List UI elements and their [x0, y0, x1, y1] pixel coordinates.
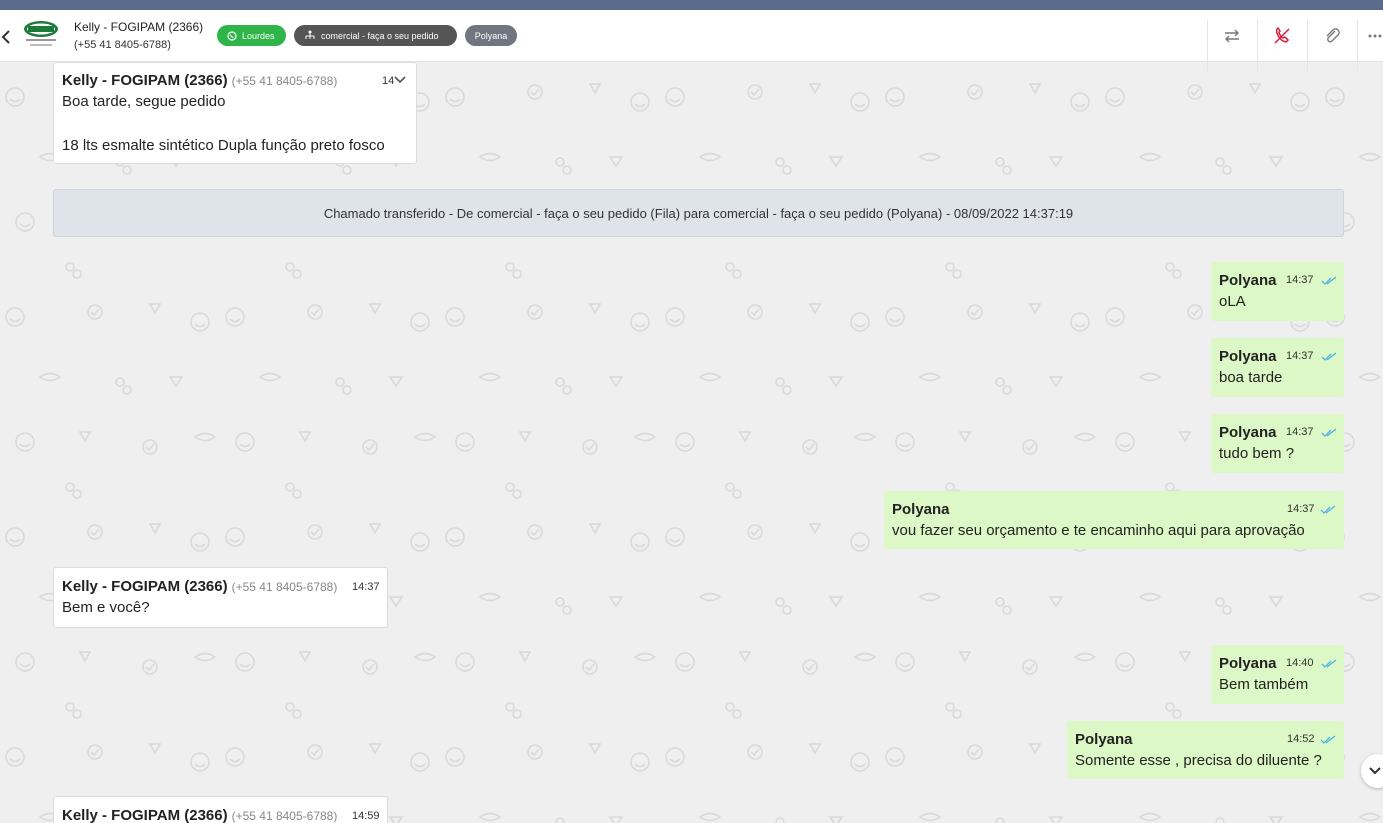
more-dots-icon: [1368, 34, 1381, 38]
chat-header: Kelly - FOGIPAM (2366) (+55 41 8405-6788…: [0, 10, 1383, 72]
message-sender-phone: (+55 41 8405-6788): [231, 74, 338, 88]
message-text: oLA: [1219, 293, 1246, 310]
chevron-down-icon: [1369, 767, 1381, 775]
message-time: 14:37: [1286, 274, 1314, 286]
message-text: Bem também: [1219, 676, 1309, 693]
paperclip-icon: [1326, 28, 1340, 43]
contact-phone: (+55 41 8405-6788): [74, 39, 171, 51]
message-time: 14:37: [1287, 503, 1315, 515]
message-outgoing[interactable]: Polyana 14:37 boa tarde: [1211, 338, 1344, 397]
message-sender-phone: (+55 41 8405-6788): [231, 580, 338, 594]
double-check-icon: [1321, 659, 1337, 668]
message-incoming[interactable]: Kelly - FOGIPAM (2366) (+55 41 8405-6788)…: [53, 567, 388, 628]
back-button[interactable]: [0, 26, 14, 48]
message-time: 14:52: [1287, 733, 1315, 745]
message-text: vou fazer seu orçamento e te encaminho a…: [892, 522, 1305, 539]
message-text: Bem e você?: [62, 599, 150, 616]
message-text: 18 lts esmalte sintético Dupla função pr…: [62, 137, 385, 154]
message-incoming[interactable]: Kelly - FOGIPAM (2366) (+55 41 8405-6788)…: [53, 796, 388, 823]
phone-off-icon: [1274, 26, 1290, 44]
message-outgoing[interactable]: Polyana 14:37 oLA: [1211, 262, 1344, 321]
message-sender: Polyana: [1219, 348, 1277, 365]
transfer-arrows-icon: [1225, 29, 1239, 43]
message-time: 14:40: [1286, 657, 1314, 669]
whatsapp-icon: [227, 30, 237, 41]
double-check-icon: [1320, 505, 1336, 514]
queue-badge[interactable]: comercial - faça o seu pedido: [294, 25, 457, 46]
message-time: 14: [382, 75, 395, 87]
channel-badge-label: Lourdes: [242, 30, 275, 41]
message-sender: Kelly - FOGIPAM (2366) (+55 41 8405-6788): [62, 807, 338, 823]
agent-badge-label: Polyana: [474, 30, 508, 41]
transfer-button[interactable]: [1220, 24, 1244, 48]
message-text: Somente esse , precisa do diluente ?: [1075, 752, 1322, 769]
message-sender-phone: (+55 41 8405-6788): [231, 809, 338, 823]
double-check-icon: [1321, 276, 1337, 285]
message-outgoing[interactable]: Polyana 14:37 tudo bem ?: [1211, 414, 1344, 473]
fogipam-logo: [24, 21, 58, 46]
message-sender: Polyana: [1219, 424, 1277, 441]
message-outgoing[interactable]: Polyana 14:40 Bem também: [1211, 645, 1344, 704]
message-outgoing[interactable]: Polyana 14:37 vou fazer seu orçamento e …: [884, 491, 1344, 549]
chat-area[interactable]: [0, 62, 1383, 823]
chevron-down-icon[interactable]: [394, 76, 406, 84]
contact-name: Kelly - FOGIPAM (2366): [74, 20, 204, 34]
sitemap-icon: [305, 30, 315, 39]
chevron-left-icon: [1, 30, 10, 44]
message-incoming[interactable]: Kelly - FOGIPAM (2366) (+55 41 8405-6788)…: [53, 62, 417, 164]
double-check-icon: [1321, 352, 1337, 361]
message-sender: Polyana: [892, 501, 950, 518]
message-text: boa tarde: [1219, 369, 1283, 386]
message-time: 14:37: [1286, 426, 1314, 438]
message-sender: Polyana: [1219, 655, 1277, 672]
background-pattern: [0, 62, 1383, 823]
queue-badge-label: comercial - faça o seu pedido: [321, 30, 439, 41]
message-time: 14:37: [352, 581, 380, 593]
message-sender: Polyana: [1075, 731, 1133, 748]
more-options-button[interactable]: [1366, 24, 1383, 48]
top-accent-bar: [0, 0, 1383, 10]
message-time: 14:59: [352, 810, 380, 822]
double-check-icon: [1320, 735, 1336, 744]
message-sender: Polyana: [1219, 272, 1277, 289]
attach-button[interactable]: [1320, 24, 1344, 48]
double-check-icon: [1321, 428, 1337, 437]
transfer-notice: Chamado transferido - De comercial - faç…: [53, 189, 1344, 237]
agent-badge[interactable]: Polyana: [465, 25, 517, 46]
message-outgoing[interactable]: Polyana 14:52 Somente esse , precisa do …: [1067, 721, 1344, 779]
message-time: 14:37: [1286, 350, 1314, 362]
end-call-button[interactable]: [1270, 24, 1294, 48]
contact-avatar: [22, 19, 60, 53]
message-sender: Kelly - FOGIPAM (2366) (+55 41 8405-6788): [62, 72, 338, 89]
channel-badge[interactable]: Lourdes: [217, 25, 286, 46]
message-text: tudo bem ?: [1219, 445, 1295, 462]
message-sender: Kelly - FOGIPAM (2366) (+55 41 8405-6788): [62, 578, 338, 595]
message-text: Boa tarde, segue pedido: [62, 93, 226, 110]
